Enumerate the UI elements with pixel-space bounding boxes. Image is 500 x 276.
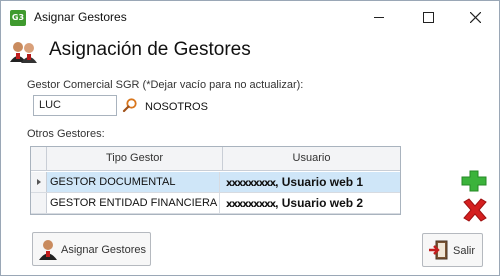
- row-selector-header: [31, 147, 47, 170]
- table-row[interactable]: GESTOR ENTIDAD FINANCIERA xxxxxxxxx, Usu…: [31, 193, 400, 214]
- asignar-gestores-label: Asignar Gestores: [61, 244, 146, 256]
- cell-usuario[interactable]: xxxxxxxxx, Usuario web 1: [226, 172, 400, 192]
- gestores-grid: Tipo Gestor Usuario GESTOR DOCUMENTAL xx…: [30, 146, 401, 215]
- row-selector[interactable]: [31, 172, 47, 192]
- salir-label: Salir: [453, 245, 476, 257]
- gestor-comercial-label: Gestor Comercial SGR (*Dejar vacío para …: [27, 79, 304, 91]
- delete-gestor-button[interactable]: [461, 198, 489, 222]
- gestor-comercial-input[interactable]: LUC: [33, 95, 117, 116]
- page-title: Asignación de Gestores: [49, 39, 251, 60]
- close-button[interactable]: [453, 1, 497, 33]
- column-header-usuario[interactable]: Usuario: [223, 147, 400, 170]
- cell-tipo-gestor[interactable]: GESTOR ENTIDAD FINANCIERA: [50, 193, 220, 213]
- gestor-comercial-name: NOSOTROS: [145, 101, 208, 113]
- row-selector[interactable]: [31, 193, 47, 213]
- users-icon: [10, 42, 37, 63]
- usuario-label: Usuario web 2: [281, 196, 364, 210]
- search-icon[interactable]: [122, 97, 138, 113]
- current-row-icon: [37, 179, 41, 185]
- maximize-button[interactable]: [405, 1, 449, 33]
- salir-button[interactable]: Salir: [422, 233, 483, 267]
- column-header-tipo-gestor[interactable]: Tipo Gestor: [47, 147, 223, 170]
- exit-door-icon: [429, 240, 448, 260]
- app-icon: G3: [10, 10, 26, 26]
- title-bar: G3 Asignar Gestores: [1, 1, 499, 33]
- table-row[interactable]: GESTOR DOCUMENTAL xxxxxxxxx, Usuario web…: [31, 172, 400, 193]
- otros-gestores-label: Otros Gestores:: [27, 128, 105, 140]
- asignar-gestores-button[interactable]: Asignar Gestores: [32, 232, 151, 266]
- redacted-user: xxxxxxxxx: [226, 199, 276, 210]
- redacted-user: xxxxxxxxx: [226, 178, 276, 189]
- close-icon: [470, 12, 481, 23]
- usuario-label: Usuario web 1: [281, 175, 364, 189]
- minimize-button[interactable]: [357, 1, 401, 33]
- add-gestor-button[interactable]: [460, 170, 488, 192]
- cell-usuario[interactable]: xxxxxxxxx, Usuario web 2: [226, 193, 400, 213]
- user-icon: [39, 240, 57, 260]
- grid-header: Tipo Gestor Usuario: [31, 147, 400, 171]
- asignar-gestores-dialog: G3 Asignar Gestores Asignación de Gestor…: [0, 0, 500, 276]
- window-title: Asignar Gestores: [34, 10, 127, 24]
- cell-tipo-gestor[interactable]: GESTOR DOCUMENTAL: [50, 172, 220, 192]
